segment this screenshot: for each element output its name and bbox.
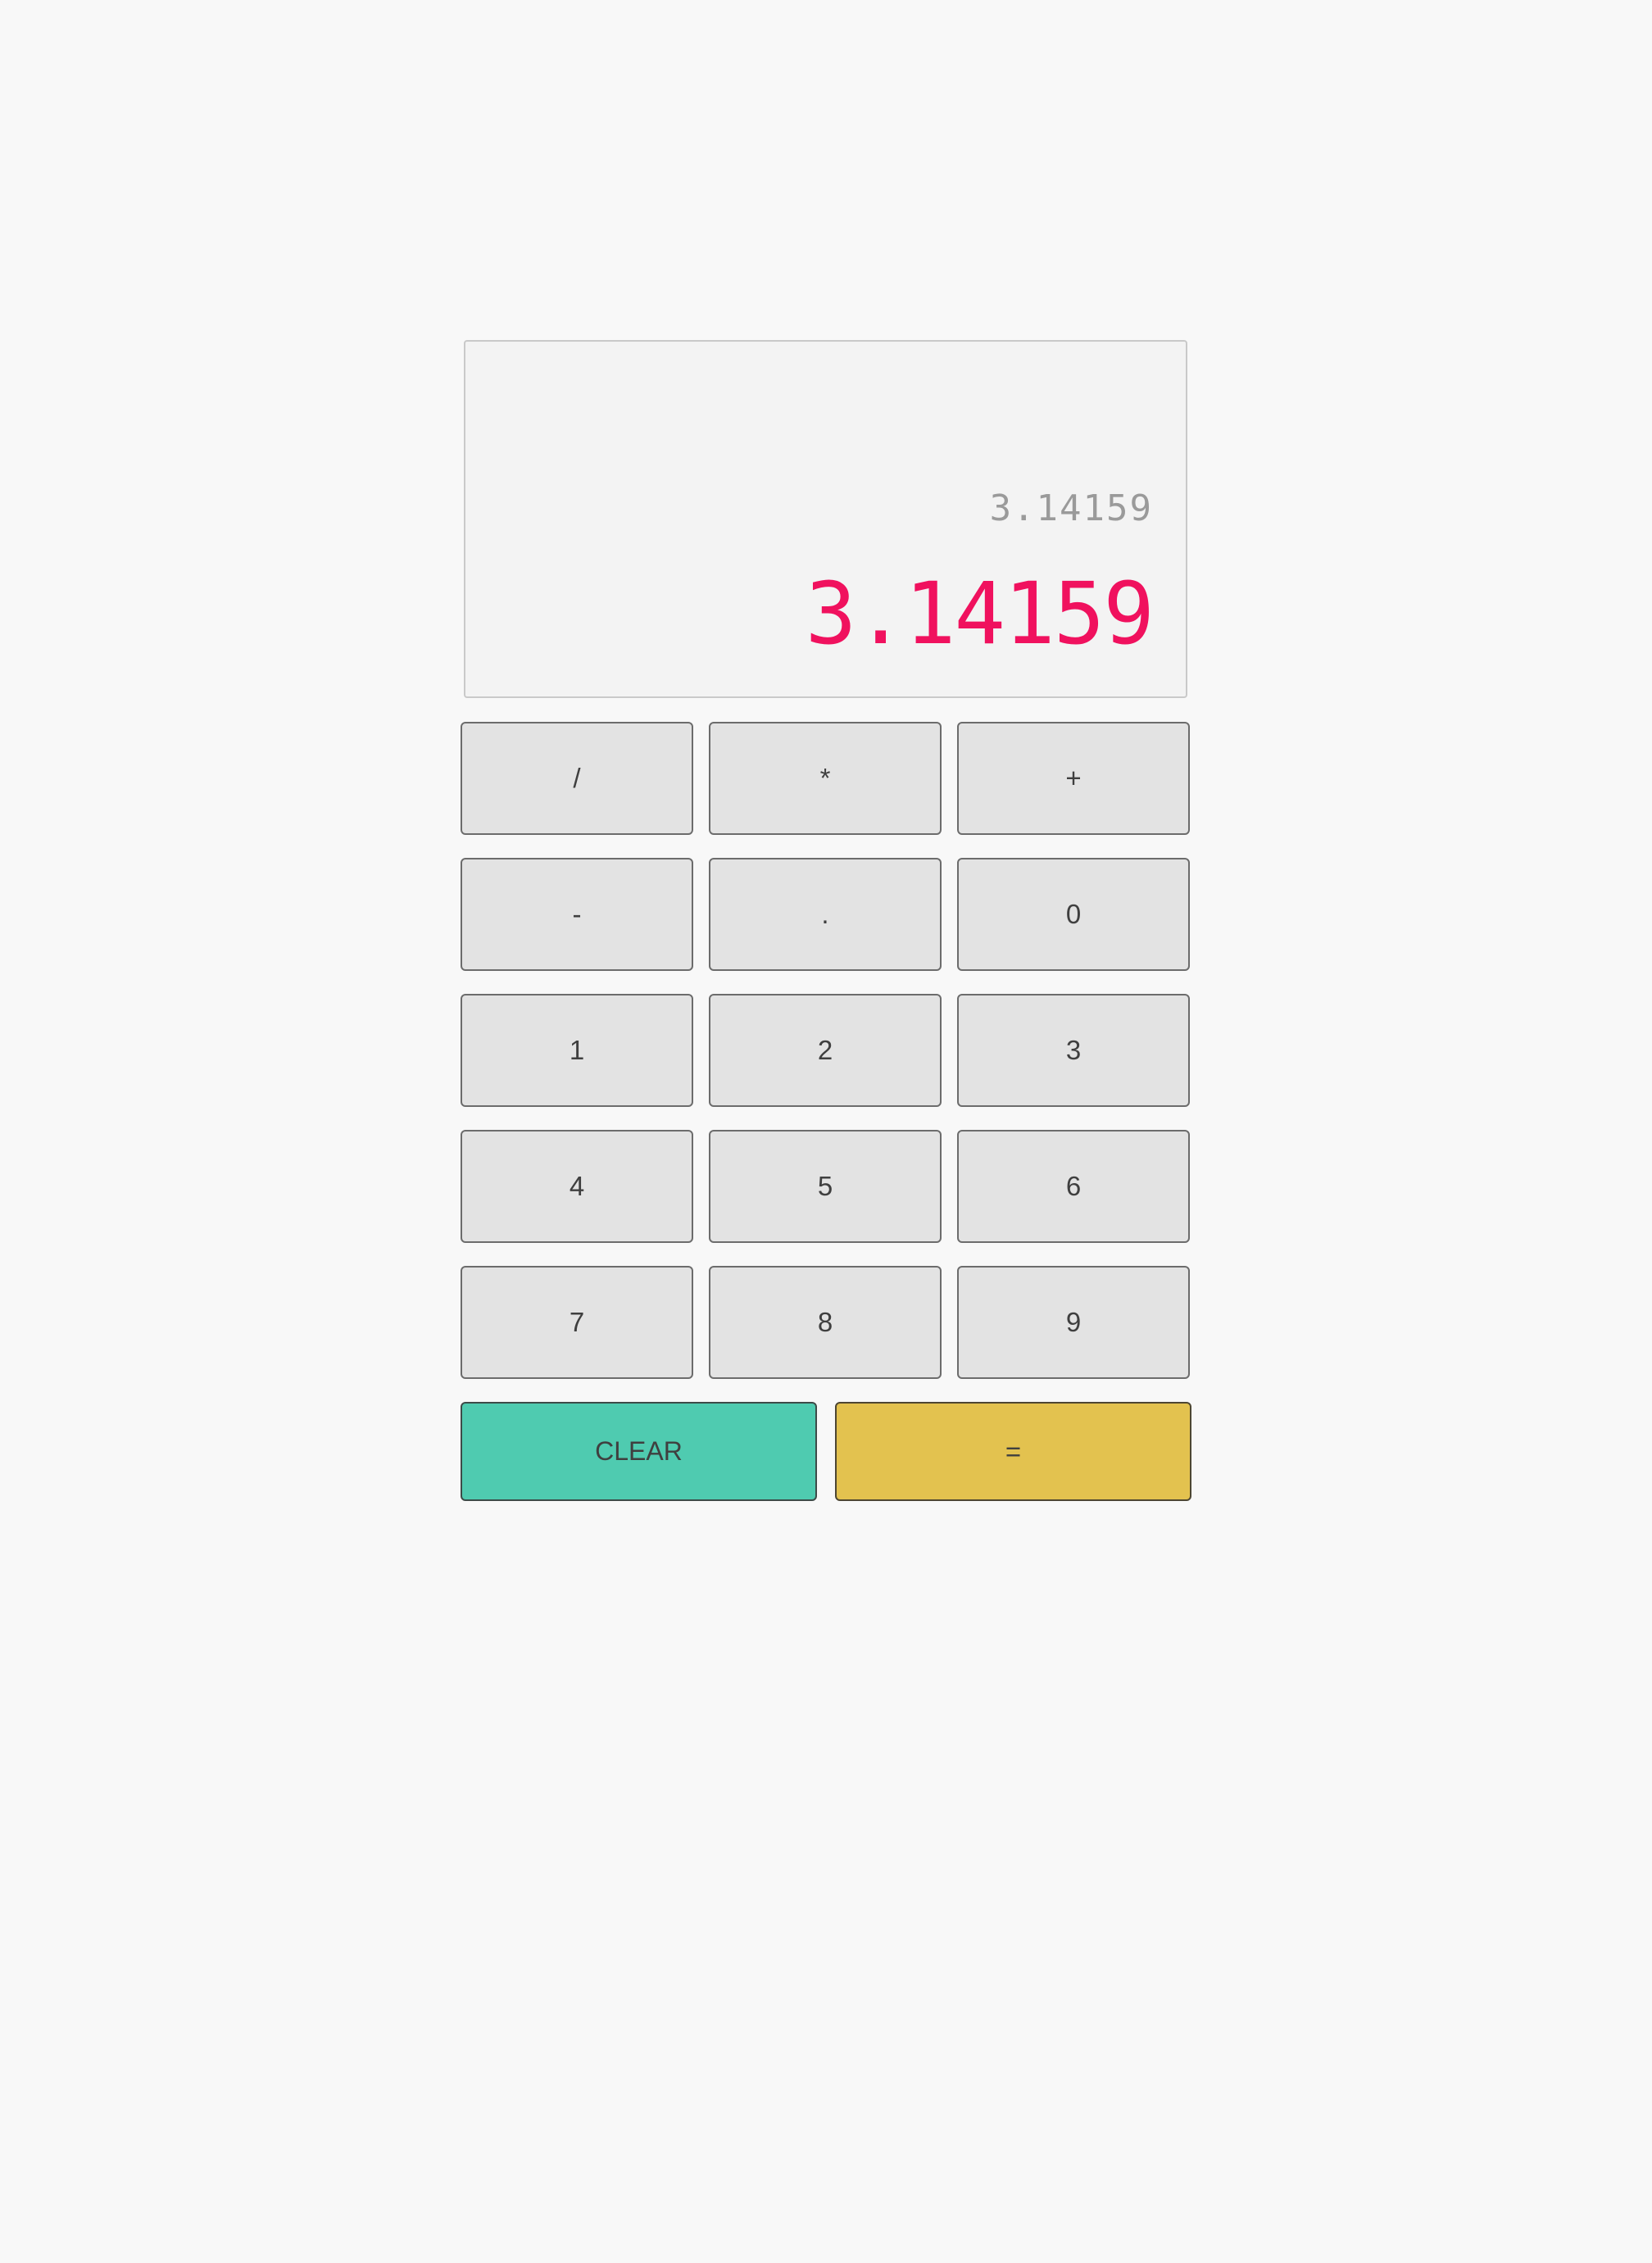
clear-button[interactable]: CLEAR: [461, 1402, 817, 1501]
add-button[interactable]: +: [957, 722, 1190, 835]
digit-8-button[interactable]: 8: [709, 1266, 942, 1379]
digit-2-button[interactable]: 2: [709, 994, 942, 1107]
digit-7-button[interactable]: 7: [461, 1266, 693, 1379]
calculator-display: 3.14159 3.14159: [464, 340, 1187, 698]
multiply-button[interactable]: *: [709, 722, 942, 835]
digit-0-button[interactable]: 0: [957, 858, 1190, 971]
digit-6-button[interactable]: 6: [957, 1130, 1190, 1243]
keypad: / * + - . 0 1 2 3 4 5 6 7 8 9: [461, 722, 1191, 1379]
equals-button[interactable]: =: [835, 1402, 1191, 1501]
display-history: 3.14159: [989, 488, 1153, 529]
divide-button[interactable]: /: [461, 722, 693, 835]
digit-5-button[interactable]: 5: [709, 1130, 942, 1243]
digit-3-button[interactable]: 3: [957, 994, 1190, 1107]
digit-9-button[interactable]: 9: [957, 1266, 1190, 1379]
subtract-button[interactable]: -: [461, 858, 693, 971]
display-current-value: 3.14159: [805, 564, 1155, 664]
action-row: CLEAR =: [461, 1402, 1191, 1501]
digit-4-button[interactable]: 4: [461, 1130, 693, 1243]
digit-1-button[interactable]: 1: [461, 994, 693, 1107]
decimal-button[interactable]: .: [709, 858, 942, 971]
